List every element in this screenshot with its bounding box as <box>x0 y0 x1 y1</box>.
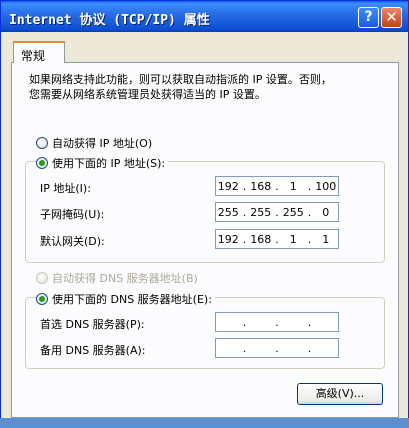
octet-separator: . <box>242 341 247 355</box>
tab-general[interactable]: 常规 <box>13 41 65 63</box>
octet-separator: . <box>275 205 279 219</box>
ip-auto-option[interactable]: 自动获得 IP 地址(O) <box>36 135 156 151</box>
dns-server-group <box>25 297 385 369</box>
ip-manual-label: 使用下面的 IP 地址(S): <box>52 157 166 170</box>
desktop-background <box>0 418 409 428</box>
tcpip-properties-dialog: Internet 协议 (TCP/IP) 属性 ? ✕ 常规 如果网络支持此功能… <box>0 0 409 428</box>
octet-separator: . <box>307 232 312 246</box>
ip-auto-radio[interactable] <box>36 137 48 149</box>
octet-separator: . <box>242 179 247 193</box>
ip-address-label: IP 地址(I): <box>40 182 91 195</box>
ip-octet: 168 <box>250 232 272 246</box>
general-tab-panel: 如果网络支持此功能，则可以获取自动指派的 IP 设置。否则， 您需要从网络系统管… <box>11 62 399 418</box>
octet-separator: . <box>242 315 247 329</box>
ip-octet: 0 <box>322 205 330 219</box>
octet-separator: . <box>307 205 312 219</box>
octet-separator: . <box>275 341 279 355</box>
close-button[interactable]: ✕ <box>381 7 402 28</box>
ip-octet: 192 <box>217 179 239 193</box>
preferred-dns-label: 首选 DNS 服务器(P): <box>40 318 145 331</box>
subnet-mask-label: 子网掩码(U): <box>40 208 105 221</box>
ip-octet: 255 <box>282 205 304 219</box>
dns-auto-option[interactable]: 自动获得 DNS 服务器地址(B) <box>36 270 201 286</box>
ip-address-input[interactable]: 192. 168. 1. 100 <box>215 176 339 196</box>
ip-auto-label: 自动获得 IP 地址(O) <box>52 137 153 150</box>
ip-octet: 1 <box>322 232 330 246</box>
ip-octet: 100 <box>315 179 337 193</box>
ip-manual-radio[interactable] <box>36 157 48 169</box>
ip-manual-option[interactable]: 使用下面的 IP 地址(S): <box>36 155 169 171</box>
description-text: 如果网络支持此功能，则可以获取自动指派的 IP 设置。否则， 您需要从网络系统管… <box>29 73 332 101</box>
octet-separator: . <box>307 341 312 355</box>
window-title: Internet 协议 (TCP/IP) 属性 <box>9 13 210 28</box>
ip-octet: 168 <box>250 179 272 193</box>
octet-separator: . <box>307 315 312 329</box>
title-bar[interactable]: Internet 协议 (TCP/IP) 属性 ? ✕ <box>1 1 408 32</box>
octet-separator: . <box>242 205 247 219</box>
ip-octet: 1 <box>289 179 297 193</box>
octet-separator: . <box>242 232 247 246</box>
octet-separator: . <box>275 179 279 193</box>
ip-octet: 1 <box>289 232 297 246</box>
alternate-dns-label: 备用 DNS 服务器(A): <box>40 344 146 357</box>
dns-manual-radio[interactable] <box>36 293 48 305</box>
dns-manual-option[interactable]: 使用下面的 DNS 服务器地址(E): <box>36 291 215 307</box>
alternate-dns-input[interactable]: . . . <box>215 338 339 358</box>
dns-manual-label: 使用下面的 DNS 服务器地址(E): <box>52 293 212 306</box>
octet-separator: . <box>275 232 279 246</box>
octet-separator: . <box>307 179 312 193</box>
dns-auto-radio[interactable] <box>36 272 48 284</box>
preferred-dns-input[interactable]: . . . <box>215 312 339 332</box>
octet-separator: . <box>275 315 279 329</box>
subnet-mask-input[interactable]: 255. 255. 255. 0 <box>215 202 339 222</box>
default-gateway-label: 默认网关(D): <box>40 235 105 248</box>
help-button[interactable]: ? <box>358 7 379 28</box>
ip-octet: 255 <box>217 205 239 219</box>
default-gateway-input[interactable]: 192. 168. 1. 1 <box>215 229 339 249</box>
advanced-button[interactable]: 高级(V)... <box>297 383 383 405</box>
dns-auto-label: 自动获得 DNS 服务器地址(B) <box>52 272 198 285</box>
ip-octet: 192 <box>217 232 239 246</box>
ip-octet: 255 <box>250 205 272 219</box>
